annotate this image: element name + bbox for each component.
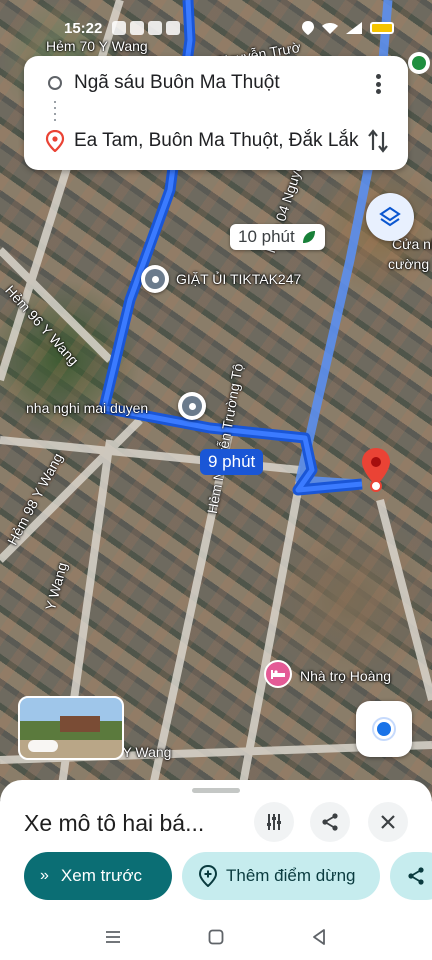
more-options-icon[interactable] bbox=[368, 72, 388, 96]
place-label[interactable]: nha nghi mai duyen bbox=[26, 400, 148, 416]
place-pin[interactable] bbox=[178, 392, 206, 420]
recents-icon[interactable] bbox=[104, 928, 122, 946]
location-status-icon bbox=[302, 21, 314, 35]
directions-card: Ngã sáu Buôn Ma Thuột Ea Tam, Buôn Ma Th… bbox=[24, 56, 408, 170]
add-stop-label: Thêm điểm dừng bbox=[226, 866, 356, 885]
alternate-route-duration[interactable]: 10 phút bbox=[230, 224, 325, 250]
preview-button[interactable]: » Xem trước bbox=[24, 852, 172, 900]
drag-handle[interactable] bbox=[192, 788, 240, 793]
eco-leaf-icon bbox=[302, 231, 315, 243]
swap-icon[interactable] bbox=[366, 128, 390, 154]
route-connector bbox=[54, 101, 56, 121]
destination-field[interactable]: Ea Tam, Buôn Ma Thuột, Đắk Lắk bbox=[24, 126, 408, 156]
battery-icon bbox=[370, 22, 394, 34]
clock: 15:22 bbox=[64, 20, 103, 37]
my-location-button[interactable] bbox=[356, 701, 412, 757]
route-options-button[interactable] bbox=[254, 802, 294, 842]
signal-icon bbox=[346, 22, 362, 34]
place-label[interactable]: GIẶT ỦI TIKTAK247 bbox=[176, 271, 301, 287]
close-icon bbox=[381, 815, 395, 829]
duration-text: 10 phút bbox=[238, 227, 295, 246]
origin-circle-icon bbox=[48, 76, 62, 90]
layers-button[interactable] bbox=[366, 193, 414, 241]
bottom-sheet: Xe mô tô hai bá... » Xem trước Thêm điểm… bbox=[0, 780, 432, 922]
origin-field[interactable]: Ngã sáu Buôn Ma Thuột bbox=[24, 68, 408, 98]
back-icon[interactable] bbox=[310, 928, 328, 946]
street-view-thumbnail[interactable] bbox=[18, 696, 124, 760]
my-location-icon bbox=[377, 722, 391, 736]
street-view-icon bbox=[28, 740, 58, 752]
add-stop-button[interactable]: Thêm điểm dừng bbox=[182, 852, 380, 900]
destination-text: Ea Tam, Buôn Ma Thuột, Đắk Lắk bbox=[74, 130, 359, 151]
double-chevron-icon: » bbox=[40, 867, 49, 884]
status-bar: 15:22 bbox=[0, 0, 432, 52]
destination-pin-icon bbox=[45, 130, 65, 152]
place-label: cường bbox=[388, 256, 430, 272]
origin-text: Ngã sáu Buôn Ma Thuột bbox=[74, 72, 280, 93]
share-icon bbox=[322, 813, 338, 831]
close-button[interactable] bbox=[368, 802, 408, 842]
system-nav-bar bbox=[0, 922, 432, 960]
share-icon bbox=[408, 867, 424, 885]
place-label[interactable]: Nhà trọ Hoàng bbox=[300, 668, 391, 684]
preview-label: Xem trước bbox=[60, 866, 142, 885]
place-pin[interactable] bbox=[141, 265, 169, 293]
share-button[interactable] bbox=[310, 802, 350, 842]
notification-icons bbox=[112, 21, 180, 35]
add-location-icon bbox=[198, 865, 218, 887]
destination-pin-icon bbox=[362, 448, 390, 492]
tune-icon bbox=[267, 814, 281, 830]
system-icons bbox=[302, 21, 394, 35]
share-route-button[interactable] bbox=[390, 852, 432, 900]
nearby-place-pin[interactable] bbox=[408, 52, 430, 74]
layers-icon bbox=[379, 206, 401, 227]
selected-route-duration[interactable]: 9 phút bbox=[200, 449, 264, 475]
wifi-icon bbox=[322, 23, 338, 34]
home-icon[interactable] bbox=[207, 928, 225, 946]
bed-icon[interactable] bbox=[264, 660, 292, 688]
travel-mode-title: Xe mô tô hai bá... bbox=[24, 810, 205, 836]
